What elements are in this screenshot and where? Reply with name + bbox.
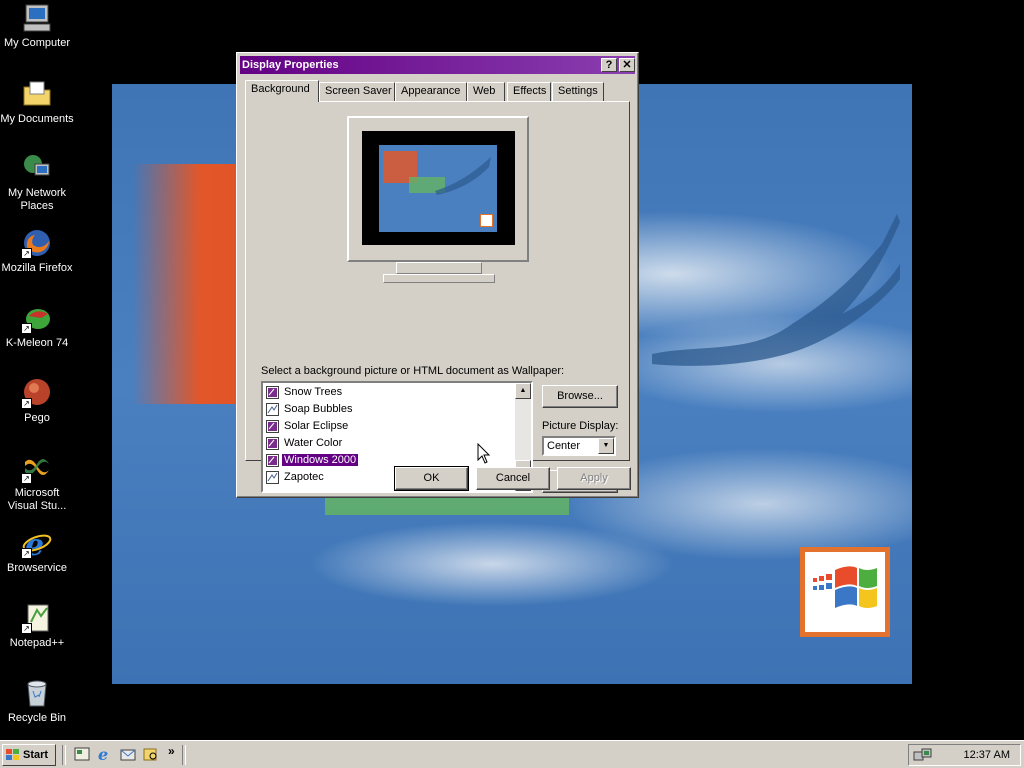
recycle-bin-icon — [21, 677, 53, 709]
bitmap-file-icon — [266, 436, 279, 450]
ie-icon: e ↗ — [21, 527, 53, 563]
tab-appearance[interactable]: Appearance — [395, 82, 467, 101]
desktop-icon-label: K-Meleon 74 — [5, 337, 69, 349]
cancel-button[interactable]: Cancel — [476, 467, 550, 490]
list-item[interactable]: Snow Trees — [266, 384, 344, 401]
desktop-icon-my-network-places[interactable]: My Network Places — [0, 152, 74, 213]
list-item-selected[interactable]: Windows 2000 — [266, 452, 359, 469]
picture-display-select[interactable]: Center ▼ — [542, 436, 616, 456]
shortcut-arrow-icon: ↗ — [21, 248, 32, 259]
html-file-icon — [266, 402, 279, 416]
start-button[interactable]: Start — [2, 744, 56, 766]
desktop-icon-label: Browservice — [7, 562, 67, 574]
windows-flag-icon — [6, 749, 19, 760]
browse-button[interactable]: Browse... — [542, 385, 618, 408]
notepadpp-icon: ↗ — [21, 602, 53, 634]
system-tray: 12:37 AM — [908, 744, 1021, 766]
windows-flag-icon — [813, 566, 877, 608]
desktop-icon-recycle-bin[interactable]: Recycle Bin — [0, 677, 74, 725]
monitor-base — [383, 274, 495, 283]
chevron-down-icon[interactable]: ▼ — [598, 438, 614, 454]
tab-effects[interactable]: Effects — [507, 82, 551, 101]
shortcut-arrow-icon: ↗ — [21, 623, 32, 634]
desktop-icon-notepadpp[interactable]: ↗ Notepad++ — [0, 602, 74, 650]
desktop-icon-label: Mozilla Firefox — [1, 262, 73, 274]
desktop-icon-browservice[interactable]: e ↗ Browservice — [0, 527, 74, 575]
taskbar-separator — [182, 745, 186, 765]
tab-background[interactable]: Background — [245, 80, 319, 102]
wallpaper-label: Select a background picture or HTML docu… — [261, 365, 565, 377]
kmeleon-icon: ↗ — [21, 302, 53, 334]
explorer-search-icon[interactable] — [143, 746, 159, 762]
clock[interactable]: 12:37 AM — [964, 745, 1010, 765]
desktop-icon-mozilla-firefox[interactable]: ↗ Mozilla Firefox — [0, 227, 74, 275]
desktop-icon-k-meleon[interactable]: ↗ K-Meleon 74 — [0, 302, 74, 350]
desktop-icon-my-documents[interactable]: My Documents — [0, 78, 74, 126]
desktop-icon-label: My Computer — [3, 37, 71, 49]
svg-text:e: e — [98, 746, 108, 762]
wallpaper-diver-shadow — [652, 214, 900, 366]
shortcut-arrow-icon: ↗ — [21, 473, 32, 484]
monitor-neck — [396, 262, 482, 274]
tab-screen-saver[interactable]: Screen Saver — [319, 82, 395, 101]
desktop-icon-label: Pego — [24, 412, 50, 424]
desktop-icon-visual-studio[interactable]: ↗ Microsoft Visual Stu... — [0, 452, 74, 513]
ok-button[interactable]: OK — [394, 466, 469, 491]
network-tray-icon[interactable] — [913, 747, 933, 763]
taskbar-separator — [62, 745, 66, 765]
desktop-icon-pego[interactable]: ↗ Pego — [0, 377, 74, 425]
apply-button[interactable]: Apply — [557, 467, 631, 490]
list-item[interactable]: Soap Bubbles — [266, 401, 355, 418]
preview-monitor — [347, 116, 529, 262]
help-button[interactable]: ? — [601, 58, 617, 72]
outlook-express-icon[interactable] — [120, 746, 136, 762]
mouse-cursor-icon — [477, 443, 491, 464]
start-label: Start — [23, 749, 49, 761]
quicklaunch-more-icon[interactable]: » — [168, 744, 175, 758]
desktop-icon-label: Recycle Bin — [7, 712, 67, 724]
folder-icon — [21, 78, 53, 110]
taskbar: Start e » 12:37 AM — [0, 740, 1024, 768]
list-item[interactable]: Zapotec — [266, 469, 326, 486]
network-icon — [21, 152, 53, 184]
desktop-icon-my-computer[interactable]: My Computer — [0, 2, 74, 50]
list-item[interactable]: Solar Eclipse — [266, 418, 350, 435]
tab-web[interactable]: Web — [467, 82, 505, 101]
display-properties-dialog: Display Properties ? ✕ Background Screen… — [236, 52, 639, 498]
close-button[interactable]: ✕ — [619, 58, 635, 72]
shortcut-arrow-icon: ↗ — [21, 548, 32, 559]
scroll-up-icon[interactable]: ▲ — [515, 383, 531, 399]
dialog-titlebar[interactable]: Display Properties ? ✕ — [240, 56, 635, 74]
desktop-icon-label: My Documents — [0, 113, 74, 125]
shortcut-arrow-icon: ↗ — [21, 398, 32, 409]
tab-settings[interactable]: Settings — [552, 82, 604, 101]
pego-icon: ↗ — [21, 377, 53, 409]
html-file-icon — [266, 470, 279, 484]
bitmap-file-icon — [266, 453, 279, 467]
show-desktop-icon[interactable] — [74, 746, 90, 762]
desktop-icon-label: Microsoft Visual Stu... — [7, 487, 67, 512]
picture-display-value: Center — [547, 440, 581, 452]
preview-windows-logo-icon — [480, 214, 493, 227]
ie-quicklaunch-icon[interactable]: e — [97, 746, 113, 762]
computer-icon — [21, 2, 53, 34]
list-item[interactable]: Water Color — [266, 435, 344, 452]
wallpaper-preview — [379, 145, 497, 232]
desktop-icon-label: Notepad++ — [9, 637, 65, 649]
bitmap-file-icon — [266, 385, 279, 399]
bitmap-file-icon — [266, 419, 279, 433]
picture-display-label: Picture Display: — [542, 420, 619, 432]
visual-studio-icon: ↗ — [21, 452, 53, 484]
dialog-title: Display Properties — [242, 59, 339, 71]
windows-logo-tile — [800, 547, 890, 637]
background-tab-panel: Select a background picture or HTML docu… — [245, 101, 630, 493]
firefox-icon: ↗ — [21, 227, 53, 259]
shortcut-arrow-icon: ↗ — [21, 323, 32, 334]
desktop-icon-label: My Network Places — [7, 187, 67, 212]
